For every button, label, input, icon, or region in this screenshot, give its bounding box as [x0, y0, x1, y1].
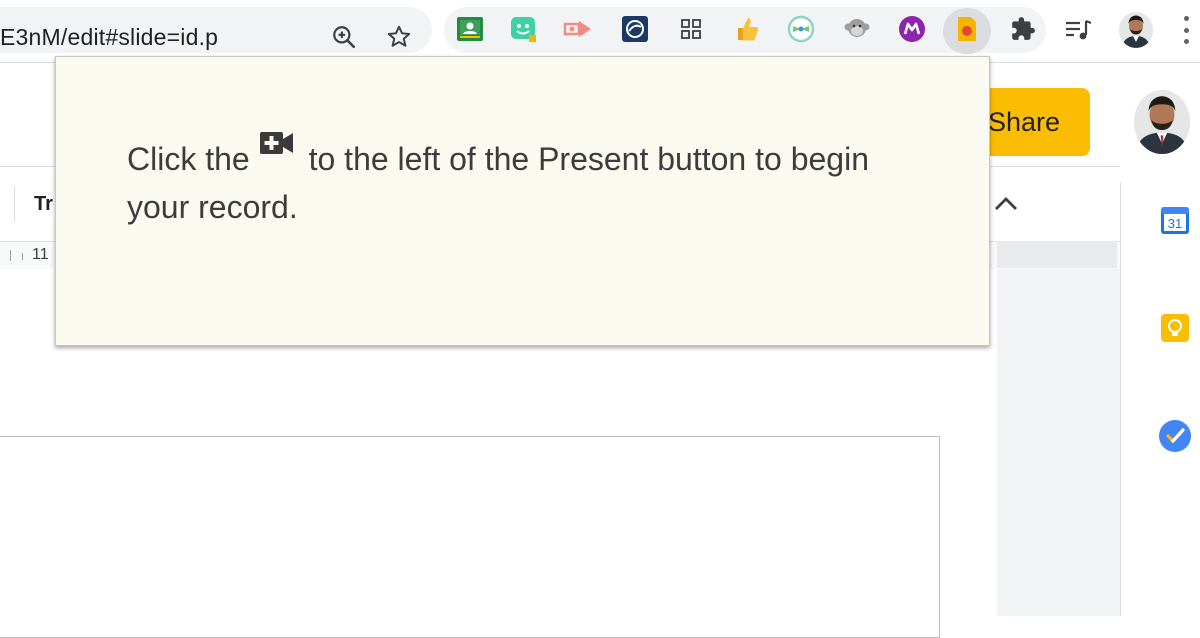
side-panel — [1120, 182, 1200, 616]
thumbs-up-icon[interactable] — [732, 14, 762, 44]
camera-plus-icon — [259, 121, 294, 154]
toolbar-fragment[interactable]: Tr — [34, 193, 53, 216]
m-logo-icon[interactable] — [897, 14, 927, 44]
address-bar[interactable]: E3nM/edit#slide=id.p — [0, 7, 432, 53]
browser-toolbar: E3nM/edit#slide=id.p — [0, 0, 1200, 63]
ruler-number: 11 — [32, 246, 49, 263]
ruler-end-strip — [997, 241, 1117, 268]
bookmark-ribbon-icon[interactable] — [786, 14, 816, 44]
screen-recorder-icon[interactable] — [620, 14, 650, 44]
profile-avatar[interactable] — [1119, 12, 1153, 48]
calendar-day: 31 — [1168, 216, 1182, 231]
slide-canvas[interactable] — [0, 436, 940, 638]
screencastify-icon[interactable] — [563, 14, 593, 44]
ruler-tick — [10, 250, 11, 261]
popup-instruction: Click the to the left of the Present but… — [127, 129, 927, 231]
record-extension-icon[interactable] — [952, 14, 982, 44]
extensions-puzzle-icon[interactable] — [1008, 14, 1038, 44]
collapse-chevron-icon[interactable] — [992, 190, 1020, 218]
account-avatar[interactable] — [1134, 90, 1190, 154]
menu-kebab-icon[interactable] — [1178, 16, 1194, 44]
bitmoji-icon[interactable] — [508, 14, 538, 44]
calendar-icon[interactable]: 31 — [1158, 203, 1192, 237]
google-classroom-icon[interactable] — [455, 14, 485, 44]
ruler-tick — [22, 253, 23, 260]
zoom-icon[interactable] — [329, 22, 359, 52]
monkey-icon[interactable] — [842, 14, 872, 44]
popup-text-start: Click the — [127, 141, 250, 177]
apps-grid-icon[interactable] — [676, 14, 706, 44]
workspace-margin — [997, 269, 1120, 616]
keep-icon[interactable] — [1158, 311, 1192, 345]
tasks-icon[interactable] — [1158, 419, 1192, 453]
star-icon[interactable] — [384, 22, 414, 52]
media-queue-icon[interactable] — [1062, 14, 1094, 46]
extension-popup: Click the to the left of the Present but… — [55, 56, 990, 346]
url-text[interactable]: E3nM/edit#slide=id.p — [0, 24, 218, 51]
toolbar-separator — [14, 186, 15, 222]
